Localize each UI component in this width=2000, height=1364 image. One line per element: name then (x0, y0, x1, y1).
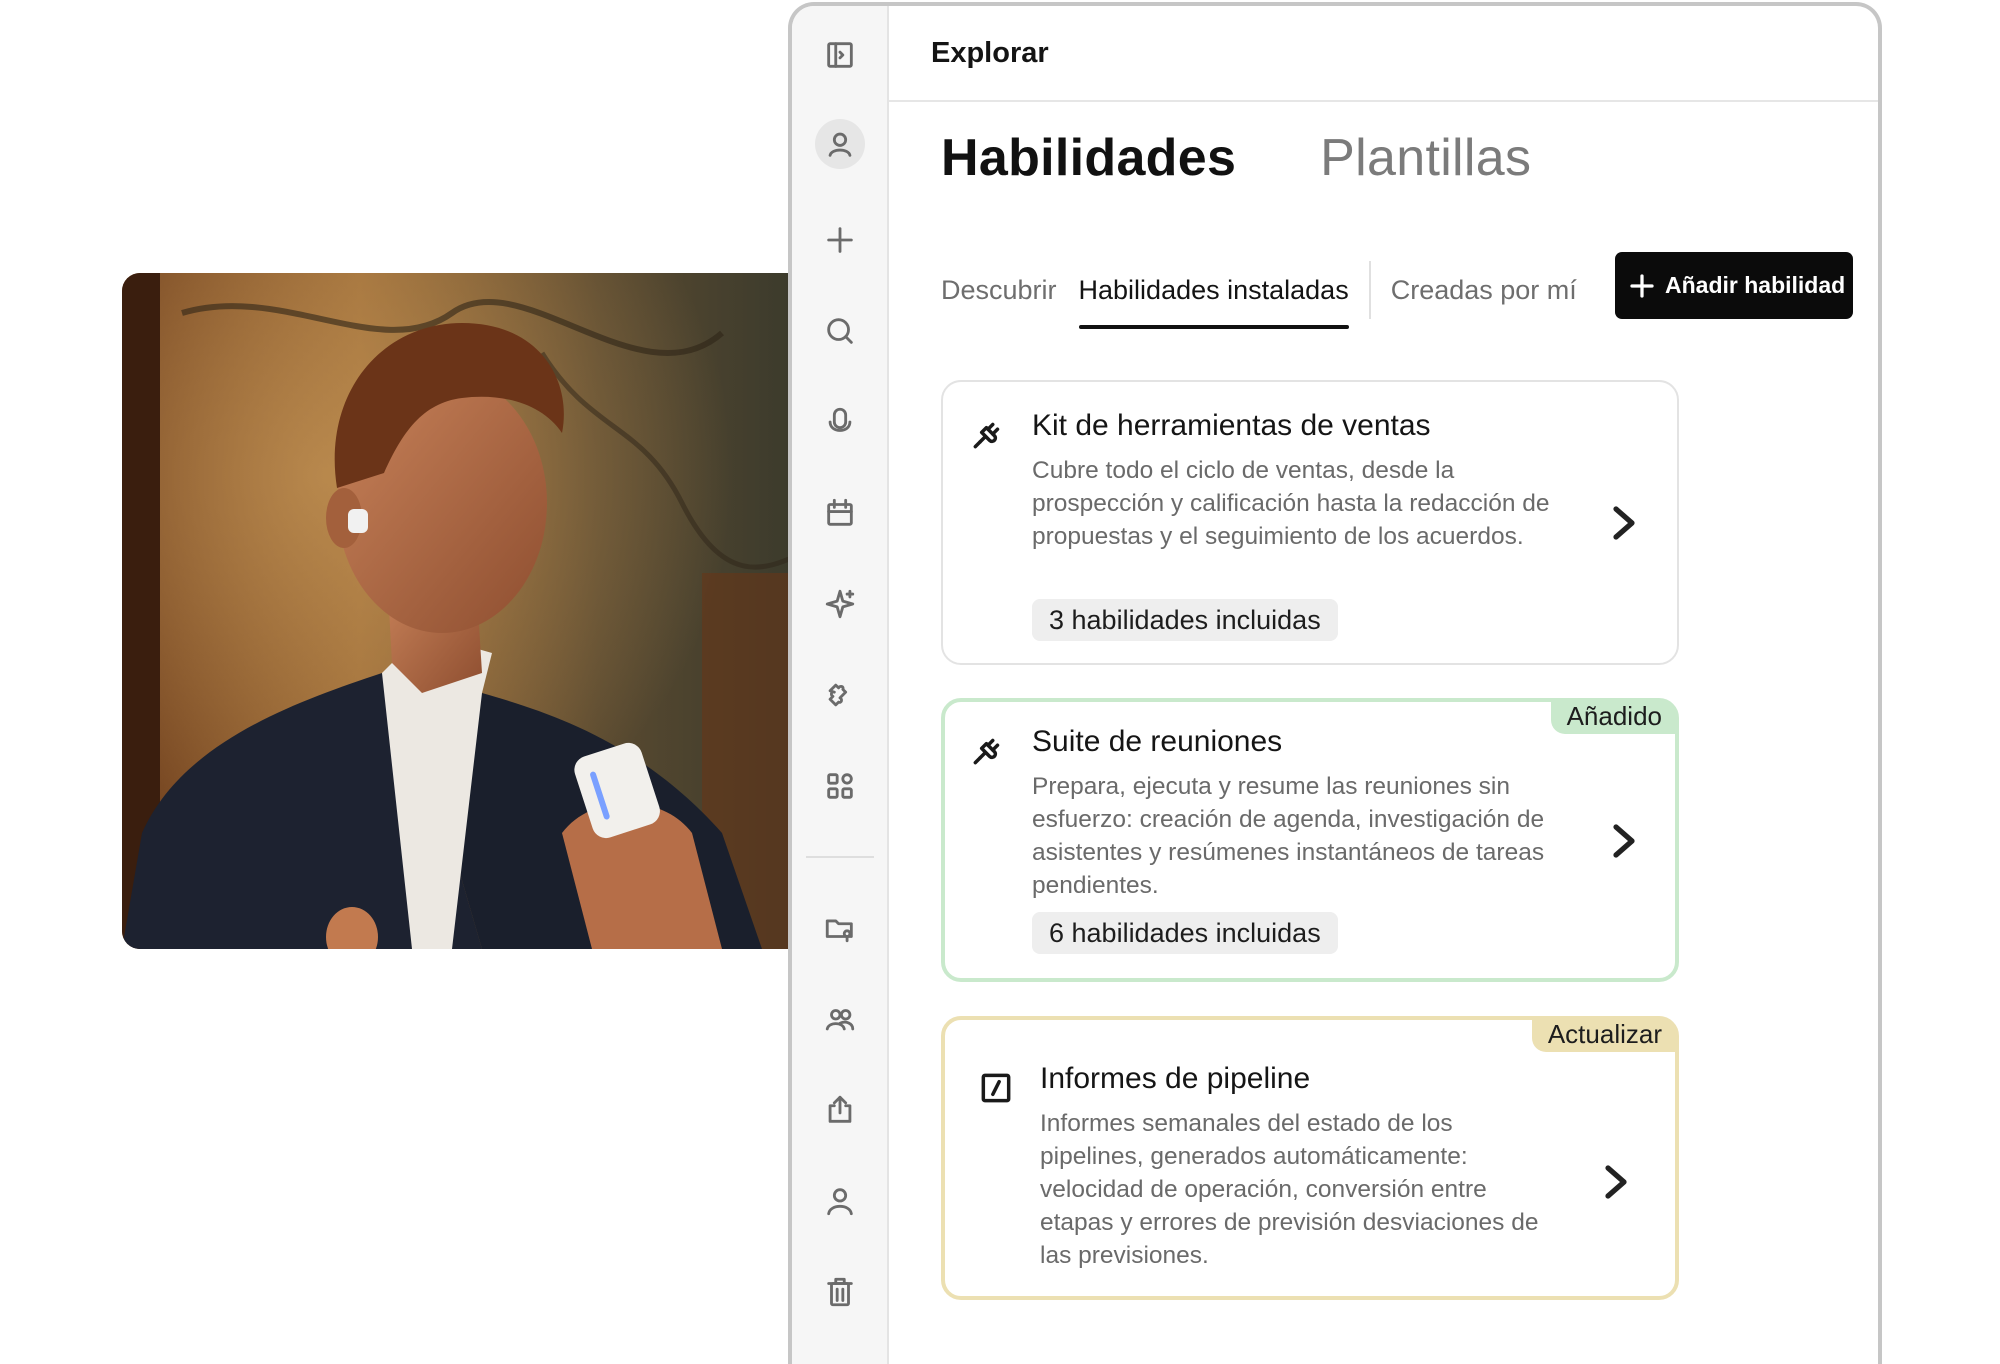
sparkle-icon[interactable] (815, 579, 865, 629)
skill-card-pipeline-reports[interactable]: Actualizar Informes de pipeline Informes… (941, 1016, 1679, 1300)
search-icon[interactable] (815, 306, 865, 356)
profile-icon[interactable] (815, 119, 865, 169)
card-description: Cubre todo el ciclo de ventas, desde la … (1032, 457, 1550, 550)
sidebar-divider (806, 856, 874, 858)
microphone-icon[interactable] (815, 397, 865, 447)
app-window: Explorar Habilidades Plantillas Descubri… (788, 2, 1882, 1364)
add-skill-button[interactable]: Añadir habilidad (1615, 252, 1854, 319)
calendar-icon[interactable] (815, 488, 865, 538)
tab-habilidades[interactable]: Habilidades (941, 128, 1236, 188)
tab-creadas-por-mi[interactable]: Creadas por mí (1391, 253, 1577, 327)
card-title: Informes de pipeline (1040, 1062, 1311, 1095)
plug-icon (969, 415, 1007, 453)
hero-photo (122, 273, 802, 949)
add-skill-label: Añadir habilidad (1665, 272, 1846, 298)
card-title: Suite de reuniones (1032, 725, 1283, 758)
skills-count-pill: 6 habilidades incluidas (1032, 912, 1338, 954)
team-icon[interactable] (815, 994, 865, 1044)
skill-card-meeting-suite[interactable]: Añadido Suite de reuniones Prepara, ejec… (941, 698, 1679, 982)
chevron-right-icon (1610, 505, 1638, 541)
chevron-right-icon (1602, 1164, 1630, 1200)
main-panel: Explorar Habilidades Plantillas Descubri… (889, 6, 1878, 1364)
sidebar-rail (792, 6, 889, 1364)
secondary-tabs: Descubrir Habilidades instaladas Creadas… (941, 253, 1577, 329)
tab-habilidades-instaladas[interactable]: Habilidades instaladas (1078, 253, 1349, 329)
share-icon[interactable] (815, 1085, 865, 1135)
sidebar-toggle-icon[interactable] (815, 30, 865, 80)
skill-card-sales-toolkit[interactable]: Kit de herramientas de ventas Cubre todo… (941, 380, 1679, 665)
window-title: Explorar (931, 36, 1049, 69)
plus-icon (1630, 273, 1654, 298)
tab-plantillas[interactable]: Plantillas (1320, 128, 1531, 188)
trash-icon[interactable] (815, 1267, 865, 1317)
status-badge: Añadido (1550, 699, 1678, 734)
card-description: Prepara, ejecuta y resume las reuniones … (1032, 773, 1545, 899)
user-icon[interactable] (815, 1176, 865, 1226)
plug-icon (969, 731, 1007, 769)
card-description: Informes semanales del estado de los pip… (1040, 1110, 1539, 1269)
shared-folder-icon[interactable] (815, 903, 865, 953)
tab-descubrir[interactable]: Descubrir (941, 253, 1057, 327)
slash-command-icon (977, 1069, 1015, 1107)
window-header: Explorar (889, 6, 1878, 102)
primary-tabs: Habilidades Plantillas (941, 128, 1531, 188)
card-title: Kit de herramientas de ventas (1032, 409, 1431, 442)
tab-divider (1368, 261, 1371, 319)
puzzle-icon[interactable] (815, 670, 865, 720)
plus-icon[interactable] (815, 215, 865, 265)
apps-grid-icon[interactable] (815, 761, 865, 811)
skills-count-pill: 3 habilidades incluidas (1032, 599, 1338, 641)
update-badge[interactable]: Actualizar (1531, 1017, 1678, 1052)
chevron-right-icon (1610, 823, 1638, 859)
